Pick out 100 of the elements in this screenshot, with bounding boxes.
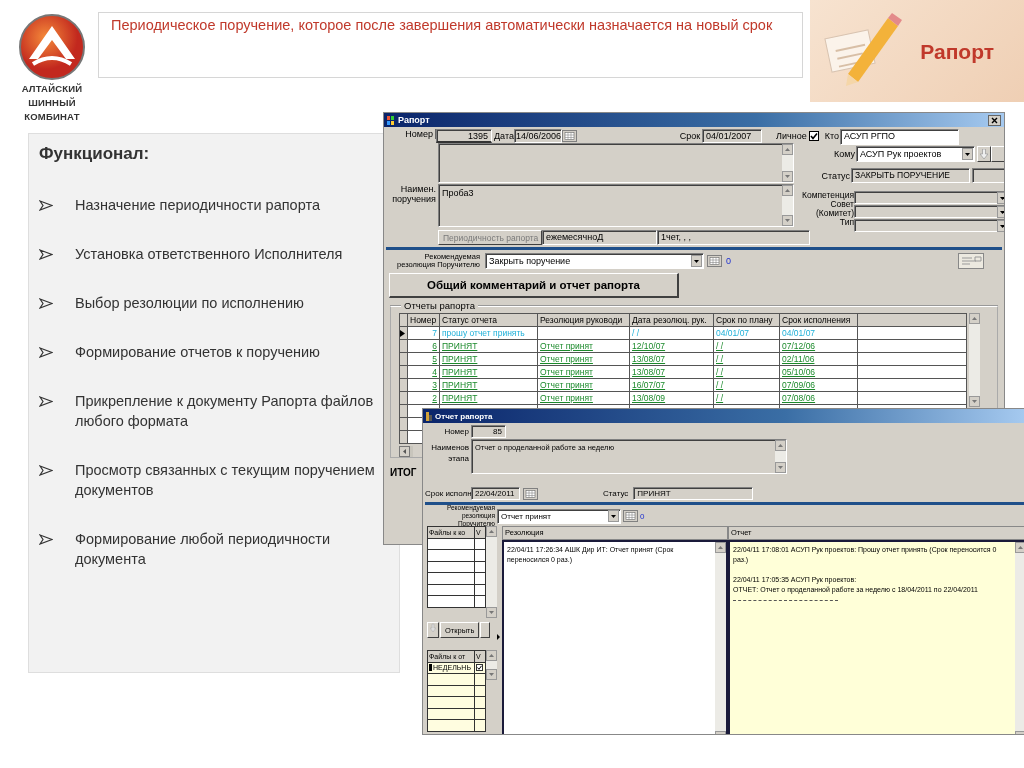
calendar-icon[interactable]: [623, 510, 638, 522]
form-icon[interactable]: [958, 253, 984, 269]
feature-item: Просмотр связанных с текущим поручением документов: [75, 461, 376, 500]
arrow-button[interactable]: [427, 622, 439, 638]
checkbox[interactable]: [476, 664, 483, 672]
table-cell: Отчет принят: [540, 341, 593, 351]
field-label: Кому: [833, 149, 856, 159]
column-header[interactable]: Срок по плану: [713, 313, 780, 327]
table-cell: ПРИНЯТ: [442, 367, 478, 377]
table-cell: ПРИНЯТ: [442, 341, 478, 351]
close-icon[interactable]: [988, 114, 1001, 126]
scrollbar[interactable]: [969, 313, 980, 407]
feature-item: Установка ответственного Исполнителя: [75, 245, 343, 264]
total-label: ИТОГ: [390, 467, 418, 478]
field-label: Компетенция: [802, 191, 854, 200]
column-header[interactable]: Дата резолюц. рук.: [629, 313, 714, 327]
table-cell: 5: [432, 354, 437, 364]
scrollbar[interactable]: [399, 446, 413, 457]
count-text: 0: [725, 256, 731, 266]
table-cell: 4: [432, 367, 437, 377]
comment-button[interactable]: Общий комментарий и отчет рапорта: [389, 273, 679, 298]
table-cell: 3: [432, 380, 437, 390]
table-cell: / /: [716, 393, 724, 403]
slide-title: Периодическое поручение, которое после завершения автоматически назначается на новый срок: [98, 12, 803, 78]
table-cell: 07/12/06: [782, 341, 816, 351]
text-area[interactable]: [438, 143, 794, 183]
panel-heading: Функционал:: [39, 144, 151, 164]
table-cell: 13/08/09: [632, 393, 666, 403]
feature-item: Формирование любой периодичности документа: [75, 530, 331, 569]
table-cell: 7: [432, 328, 437, 338]
period-field: 1чет, , ,: [657, 230, 810, 245]
date-field[interactable]: 14/06/2006: [514, 129, 562, 143]
field-label: Совет (Комитет): [815, 200, 854, 218]
field-label: Кто: [824, 131, 840, 141]
status-field: ПРИНЯТ: [633, 487, 754, 500]
column-header[interactable]: Срок исполнения: [779, 313, 858, 327]
scrollbar[interactable]: [775, 440, 786, 473]
status-field: ЗАКРЫТЬ ПОРУЧЕНИЕ: [851, 168, 970, 183]
table-cell: 07/08/06: [782, 393, 816, 403]
menu-button[interactable]: [480, 622, 491, 638]
arrow-down-icon: [430, 623, 436, 633]
recipient-dropdown[interactable]: АСУП Рук проектов: [856, 146, 975, 162]
field-label: Дата: [493, 131, 514, 141]
table-cell: 6: [432, 341, 437, 351]
table-cell: 04/01/07: [716, 328, 750, 338]
scrollbar[interactable]: [715, 542, 726, 734]
field-label: Статус: [821, 170, 851, 181]
column-header[interactable]: Номер: [407, 313, 440, 327]
arrow-down-button[interactable]: [977, 146, 991, 162]
column-header[interactable]: Статус отчета: [439, 313, 538, 327]
calendar-icon[interactable]: [523, 487, 538, 500]
caret-icon: [962, 148, 973, 160]
window-title: Отчет рапорта: [435, 411, 493, 421]
table-cell: 12/10/07: [632, 341, 666, 351]
checkbox[interactable]: [808, 131, 819, 141]
bullet-arrow-icon: [39, 534, 53, 545]
resolution-dropdown[interactable]: Закрыть поручение: [485, 253, 704, 269]
scrollbar[interactable]: [1015, 542, 1024, 734]
scrollbar[interactable]: [486, 650, 497, 680]
field-label: Срок: [679, 131, 702, 141]
bullet-arrow-icon: [39, 465, 53, 476]
group-label: Отчеты рапорта: [401, 300, 479, 311]
bullet-arrow-icon: [39, 200, 53, 211]
feature-item: Прикрепление к документу Рапорта файлов любого формата: [75, 392, 375, 431]
table-cell: прошу отчет принять: [442, 328, 525, 338]
sender-field[interactable]: АСУП РГПО: [840, 129, 959, 145]
table-cell: 04/01/07: [782, 328, 816, 338]
feature-item: Назначение периодичности рапорта: [75, 196, 320, 215]
table-cell: 02/11/06: [782, 354, 815, 364]
scrollbar[interactable]: [782, 144, 793, 182]
calendar-icon[interactable]: [562, 130, 577, 142]
logo-text: АЛТАЙСКИЙ: [21, 83, 83, 94]
field-label: Наимен. поручения: [391, 184, 437, 204]
table-cell: Отчет принят: [540, 380, 593, 390]
badge-title: Рапорт: [920, 40, 994, 64]
row-pointer-icon: [497, 634, 500, 640]
table-cell: ПРИНЯТ: [442, 380, 478, 390]
field-label: Личное: [776, 131, 808, 141]
number-field[interactable]: 1395: [436, 129, 492, 143]
resolution-dropdown[interactable]: Отчет принят: [497, 508, 621, 524]
calendar-icon[interactable]: [707, 255, 722, 267]
app-icon: [387, 115, 395, 125]
scrollbar[interactable]: [486, 526, 497, 618]
feature-item: Выбор резолюции по исполнению: [75, 294, 304, 313]
name-field[interactable]: Проба3: [438, 184, 794, 227]
scrollbar[interactable]: [782, 185, 793, 226]
table-cell: / /: [716, 380, 724, 390]
table-cell: 13/08/07: [632, 367, 666, 377]
table-cell: / /: [716, 354, 724, 364]
table-cell: 07/09/06: [782, 380, 816, 390]
table-cell: 2: [432, 393, 437, 403]
table-cell: ПРИНЯТ: [442, 354, 478, 364]
column-header[interactable]: Резолюция руководи: [537, 313, 630, 327]
field-label: Номер: [443, 427, 470, 436]
field-label: Наименов этапа: [430, 442, 470, 464]
table-cell: 05/10/06: [782, 367, 816, 377]
date-field[interactable]: 04/01/2007: [702, 129, 763, 143]
table-cell: / /: [716, 367, 724, 377]
caret-icon: [691, 255, 702, 267]
date-field[interactable]: 22/04/2011: [471, 487, 520, 500]
